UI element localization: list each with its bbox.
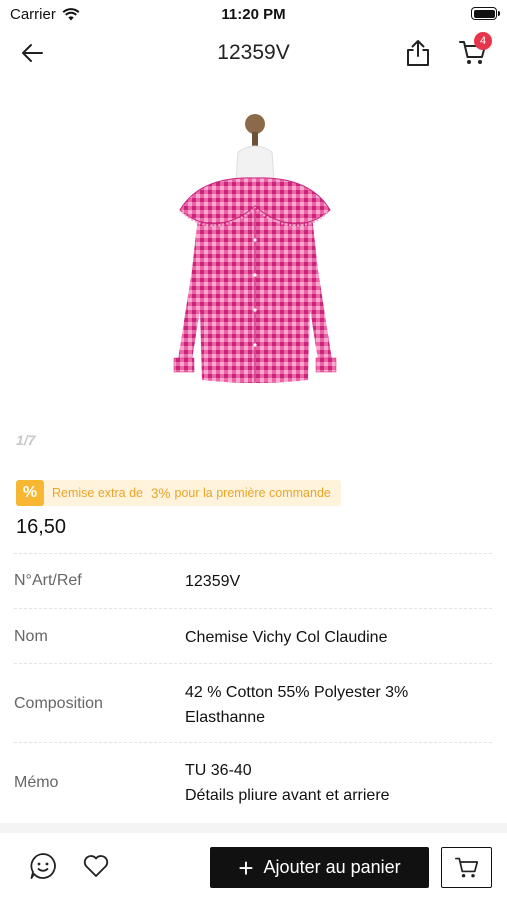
detail-value: 42 % Cotton 55% Polyester 3% Elasthanne xyxy=(185,680,485,730)
promo-discount: 3% xyxy=(151,485,171,501)
promo-banner: % Remise extra de 3% pour la première co… xyxy=(16,480,341,506)
percent-icon: % xyxy=(16,480,44,506)
share-icon xyxy=(407,40,429,66)
detail-row-memo: Mémo TU 36-40 Détails pliure avant et ar… xyxy=(14,742,492,823)
chat-smile-icon xyxy=(30,853,56,879)
arrow-left-icon xyxy=(22,44,43,62)
bottom-action-bar: + Ajouter au panier xyxy=(0,833,507,900)
favorite-button[interactable] xyxy=(80,850,112,882)
heart-icon xyxy=(83,855,109,877)
share-button[interactable] xyxy=(402,36,434,70)
status-bar: Carrier 11:20 PM xyxy=(0,0,507,28)
plus-icon: + xyxy=(238,852,254,883)
footer-divider xyxy=(0,823,507,833)
detail-value-line: 42 % Cotton 55% Polyester 3% xyxy=(185,684,409,701)
promo-suffix: pour la première commande xyxy=(174,486,331,500)
detail-label: Mémo xyxy=(14,774,59,791)
product-image xyxy=(173,114,337,383)
detail-value: 12359V xyxy=(185,573,241,590)
cart-count-badge: 4 xyxy=(474,32,492,50)
detail-value: Chemise Vichy Col Claudine xyxy=(185,629,388,646)
chat-button[interactable] xyxy=(26,849,60,883)
detail-row-ref: N°Art/Ref 12359V xyxy=(14,553,492,607)
image-counter: 1/7 xyxy=(16,432,36,448)
detail-value-line: TU 36-40 xyxy=(185,762,252,779)
battery-icon xyxy=(471,7,500,20)
view-cart-button[interactable] xyxy=(441,847,492,888)
detail-value-line: Détails pliure avant et arriere xyxy=(185,787,390,804)
nav-bar: 12359V xyxy=(0,28,507,78)
detail-row-composition: Composition 42 % Cotton 55% Polyester 3%… xyxy=(14,663,492,742)
detail-label: Composition xyxy=(14,695,103,712)
back-button[interactable] xyxy=(16,38,48,68)
promo-label: Remise extra de xyxy=(52,486,144,500)
detail-value-line: Elasthanne xyxy=(185,709,266,726)
detail-row-name: Nom Chemise Vichy Col Claudine xyxy=(14,608,492,663)
product-price: 16,50 xyxy=(16,516,67,538)
cart-icon xyxy=(454,857,478,877)
add-to-cart-label: Ajouter au panier xyxy=(263,857,401,877)
product-gallery[interactable]: 1/7 xyxy=(0,80,507,460)
detail-label: N°Art/Ref xyxy=(14,572,82,589)
detail-label: Nom xyxy=(14,628,48,645)
status-time: 11:20 PM xyxy=(221,6,286,23)
detail-value: TU 36-40 Détails pliure avant et arriere xyxy=(185,758,485,808)
add-to-cart-button[interactable]: + Ajouter au panier xyxy=(210,847,429,888)
